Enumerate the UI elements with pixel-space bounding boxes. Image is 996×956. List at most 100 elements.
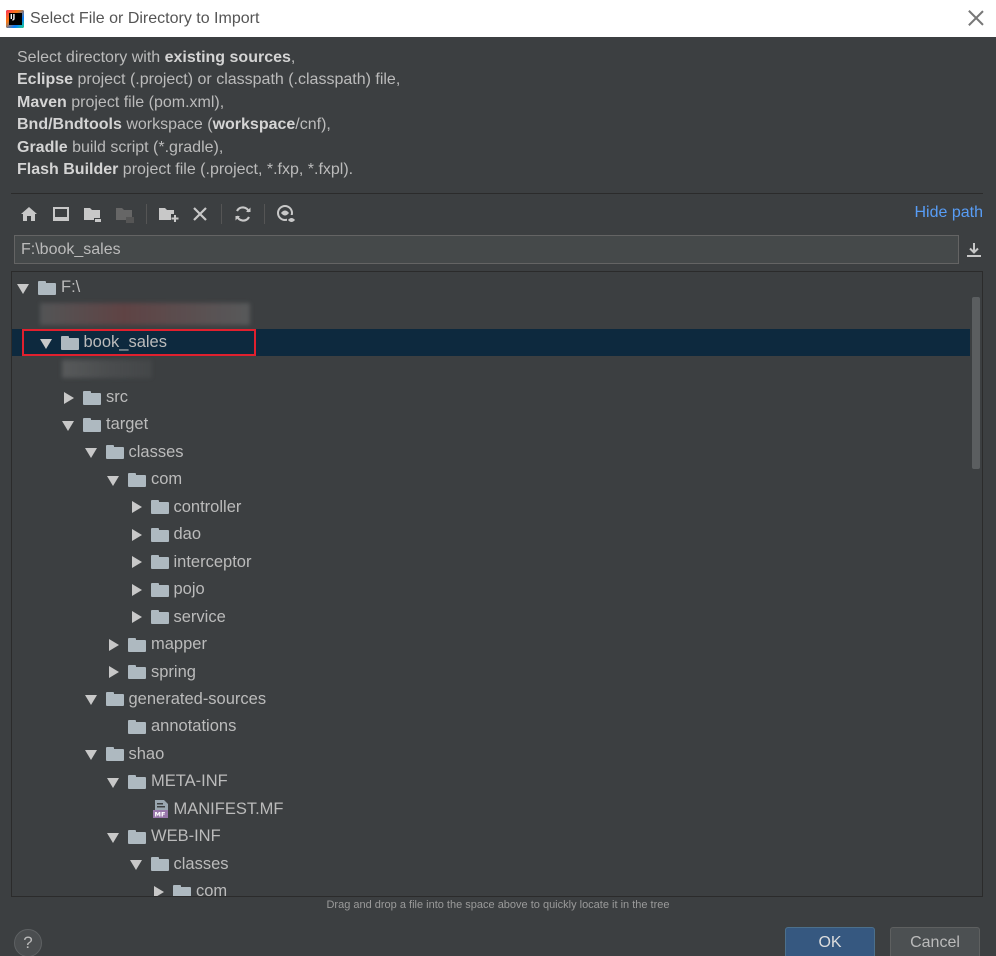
expanded-arrow-icon[interactable] bbox=[106, 830, 120, 844]
tree-item-label: target bbox=[106, 415, 149, 434]
toolbar-separator bbox=[146, 204, 147, 224]
description-line: Eclipse project (.project) or classpath … bbox=[17, 69, 400, 91]
collapsed-arrow-icon[interactable] bbox=[129, 500, 143, 514]
expanded-arrow-icon[interactable] bbox=[84, 747, 98, 761]
collapsed-arrow-icon[interactable] bbox=[129, 528, 143, 542]
expanded-arrow-icon[interactable] bbox=[106, 473, 120, 487]
help-button[interactable]: ? bbox=[14, 929, 42, 956]
new-folder-icon[interactable] bbox=[157, 203, 179, 225]
toolbar-separator bbox=[221, 204, 222, 224]
tree-row[interactable]: shao bbox=[12, 741, 970, 768]
folder-icon bbox=[150, 857, 169, 872]
tree-row[interactable]: WEB-INF bbox=[12, 823, 970, 850]
folder-icon bbox=[105, 692, 124, 707]
tree-row[interactable]: com bbox=[12, 466, 970, 493]
tree-item-label: spring bbox=[151, 662, 196, 681]
tree-row[interactable]: src bbox=[12, 384, 970, 411]
description-emphasis: workspace bbox=[212, 116, 296, 134]
expanded-arrow-icon[interactable] bbox=[16, 281, 30, 295]
tree-row[interactable]: META-INF bbox=[12, 768, 970, 795]
collapsed-arrow-icon[interactable] bbox=[61, 391, 75, 405]
tree-row[interactable]: interceptor bbox=[12, 549, 970, 576]
tree-scrollbar[interactable] bbox=[972, 297, 980, 469]
supported-sources-description: Select directory with existing sources, E… bbox=[17, 47, 400, 181]
delete-icon[interactable] bbox=[189, 203, 211, 225]
tree-row[interactable]: F:\ bbox=[12, 274, 970, 301]
tree-item-label: com bbox=[196, 882, 228, 897]
collapsed-arrow-icon[interactable] bbox=[106, 665, 120, 679]
tree-item-label: dao bbox=[173, 525, 202, 544]
tree-row[interactable]: annotations bbox=[12, 713, 970, 740]
description-line: Flash Builder project file (.project, *.… bbox=[17, 159, 400, 181]
folder-icon bbox=[128, 829, 146, 844]
collapsed-arrow-icon[interactable] bbox=[129, 610, 143, 624]
download-icon[interactable] bbox=[964, 240, 984, 260]
tree-row[interactable]: target bbox=[12, 411, 970, 438]
description-text: project (.project) or classpath (.classp… bbox=[73, 71, 401, 89]
tree-row[interactable]: MF MANIFEST.MF bbox=[12, 796, 970, 823]
tree-item-label: WEB-INF bbox=[151, 827, 221, 846]
folder-icon bbox=[150, 610, 169, 625]
tree-row[interactable]: controller bbox=[12, 494, 970, 521]
path-input[interactable] bbox=[14, 235, 959, 264]
tree-row[interactable]: classes bbox=[12, 439, 970, 466]
project-folder-icon[interactable] bbox=[82, 203, 104, 225]
tree-row-selected[interactable]: book_sales bbox=[12, 328, 970, 357]
divider bbox=[11, 193, 983, 194]
intellij-logo-icon bbox=[6, 9, 24, 28]
tree-item-label: mapper bbox=[151, 635, 207, 654]
tree-row[interactable]: mapper bbox=[12, 631, 970, 658]
tree-row[interactable] bbox=[12, 301, 970, 328]
expanded-arrow-icon[interactable] bbox=[39, 336, 53, 350]
cancel-button[interactable]: Cancel bbox=[890, 927, 980, 956]
ok-button[interactable]: OK bbox=[785, 927, 875, 956]
collapsed-arrow-icon[interactable] bbox=[106, 638, 120, 652]
description-emphasis: Gradle bbox=[17, 138, 68, 156]
collapsed-arrow-icon[interactable] bbox=[129, 583, 143, 597]
hide-path-link[interactable]: Hide path bbox=[915, 204, 984, 222]
toolbar-separator bbox=[264, 204, 265, 224]
tree-row[interactable] bbox=[12, 356, 970, 383]
folder-icon bbox=[60, 335, 79, 350]
file-chooser-toolbar bbox=[18, 203, 307, 225]
window-title: Select File or Directory to Import bbox=[30, 9, 260, 27]
tree-item-label: src bbox=[106, 388, 128, 407]
tree-row[interactable]: dao bbox=[12, 521, 970, 548]
tree-row[interactable]: generated-sources bbox=[12, 686, 970, 713]
file-tree[interactable]: F:\ book_sales src target classes com controll… bbox=[11, 271, 983, 897]
expanded-arrow-icon[interactable] bbox=[61, 418, 75, 432]
description-text: Select directory with bbox=[17, 49, 165, 66]
tree-item-label: shao bbox=[128, 744, 165, 763]
tree-row[interactable]: service bbox=[12, 603, 970, 630]
tree-row[interactable]: classes bbox=[12, 850, 970, 877]
description-line: Bnd/Bndtools workspace (workspace/cnf), bbox=[17, 114, 400, 136]
description-text: project file (.project, *.fxp, *.fxpl). bbox=[118, 161, 354, 179]
close-icon[interactable] bbox=[966, 8, 986, 28]
description-emphasis: Eclipse bbox=[17, 71, 74, 89]
tree-item-label: annotations bbox=[151, 717, 237, 736]
desktop-icon[interactable] bbox=[50, 203, 72, 225]
tree-row[interactable]: pojo bbox=[12, 576, 970, 603]
refresh-icon[interactable] bbox=[232, 203, 254, 225]
manifest-file-icon: MF bbox=[151, 799, 171, 819]
collapsed-arrow-icon[interactable] bbox=[129, 555, 143, 569]
description-text: project file (pom.xml), bbox=[66, 93, 225, 111]
expanded-arrow-icon[interactable] bbox=[106, 775, 120, 789]
tree-row[interactable]: com bbox=[12, 878, 970, 897]
expanded-arrow-icon[interactable] bbox=[84, 445, 98, 459]
drag-drop-hint: Drag and drop a file into the space abov… bbox=[326, 899, 670, 911]
expanded-arrow-icon[interactable] bbox=[129, 857, 143, 871]
tree-item-label: controller bbox=[173, 497, 242, 516]
home-icon[interactable] bbox=[18, 203, 40, 225]
folder-icon bbox=[105, 445, 124, 460]
tree-row[interactable]: spring bbox=[12, 658, 970, 685]
folder-icon bbox=[83, 417, 101, 432]
folder-icon bbox=[150, 527, 169, 542]
expanded-arrow-icon[interactable] bbox=[84, 692, 98, 706]
tree-item-label: interceptor bbox=[173, 552, 252, 571]
show-hidden-icon[interactable] bbox=[275, 203, 297, 225]
description-text: , bbox=[290, 49, 296, 66]
collapsed-arrow-icon[interactable] bbox=[151, 885, 165, 896]
tree-item-label: F:\ bbox=[61, 278, 81, 297]
description-line: Select directory with existing sources, bbox=[17, 47, 400, 69]
